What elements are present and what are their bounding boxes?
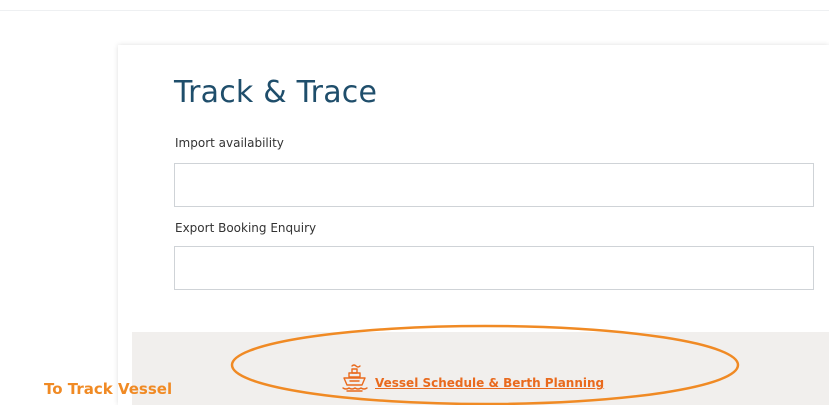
card-title: Track & Trace: [174, 75, 378, 110]
export-booking-enquiry-input[interactable]: [174, 246, 814, 290]
import-availability-label: Import availability: [175, 136, 284, 150]
vessel-schedule-link[interactable]: Vessel Schedule & Berth Planning: [341, 363, 604, 393]
import-availability-input[interactable]: [174, 163, 814, 207]
vessel-schedule-link-label: Vessel Schedule & Berth Planning: [375, 376, 605, 390]
page: Track & Trace Import availability Export…: [0, 0, 829, 405]
ship-icon: [342, 364, 368, 392]
top-divider: [0, 10, 829, 11]
annotation-label: To Track Vessel: [44, 380, 173, 398]
track-trace-card: Track & Trace Import availability Export…: [118, 45, 829, 405]
card-footer: Vessel Schedule & Berth Planning: [132, 332, 829, 405]
export-booking-enquiry-label: Export Booking Enquiry: [175, 221, 317, 235]
